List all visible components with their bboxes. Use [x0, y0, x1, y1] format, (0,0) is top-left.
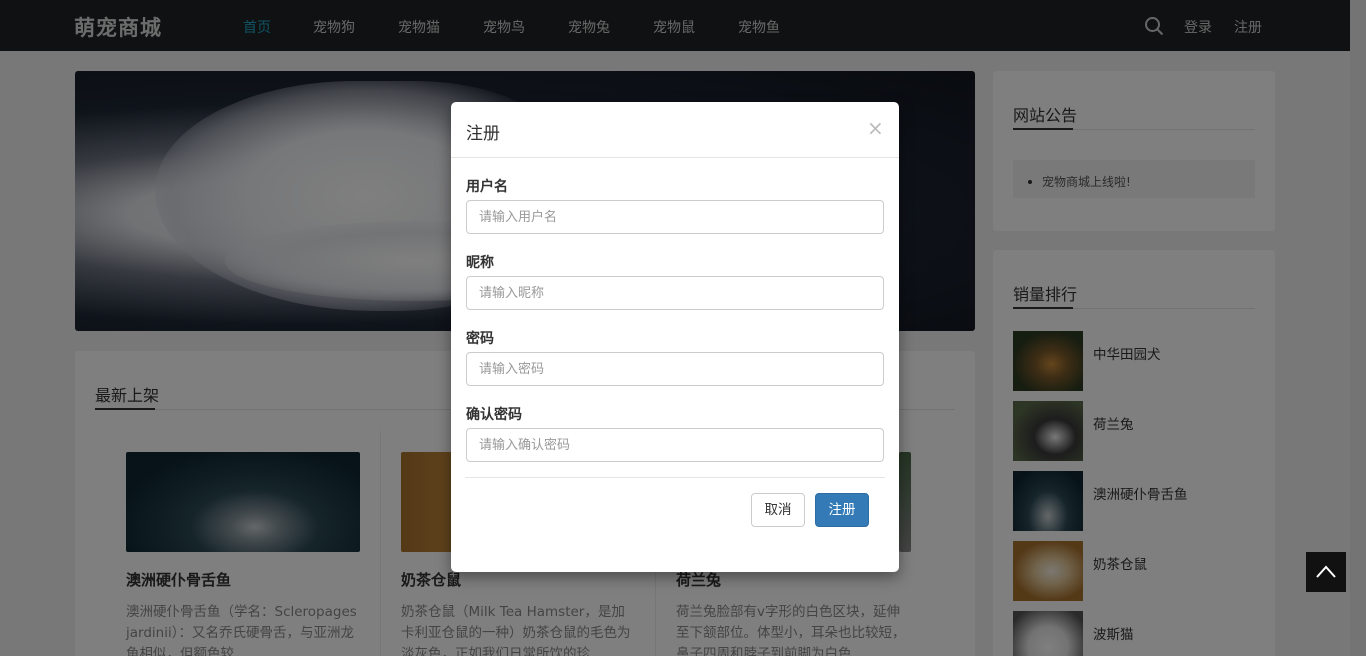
password-input[interactable]: [466, 352, 884, 386]
modal-header-divider: [451, 157, 899, 158]
chevron-up-icon: [1316, 565, 1336, 578]
username-label: 用户名: [466, 179, 508, 195]
register-modal: 注册 × 用户名 昵称 密码 确认密码 取消 注册: [451, 102, 899, 572]
cancel-button[interactable]: 取消: [751, 493, 805, 527]
modal-footer-divider: [465, 477, 885, 478]
nickname-input[interactable]: [466, 276, 884, 310]
nickname-label: 昵称: [466, 255, 494, 271]
confirm-password-label: 确认密码: [466, 407, 522, 423]
register-submit-button[interactable]: 注册: [815, 493, 869, 527]
username-input[interactable]: [466, 200, 884, 234]
password-label: 密码: [466, 331, 494, 347]
modal-title: 注册: [466, 124, 500, 144]
close-icon[interactable]: ×: [867, 116, 884, 140]
back-to-top-button[interactable]: [1306, 552, 1346, 592]
confirm-password-input[interactable]: [466, 428, 884, 462]
